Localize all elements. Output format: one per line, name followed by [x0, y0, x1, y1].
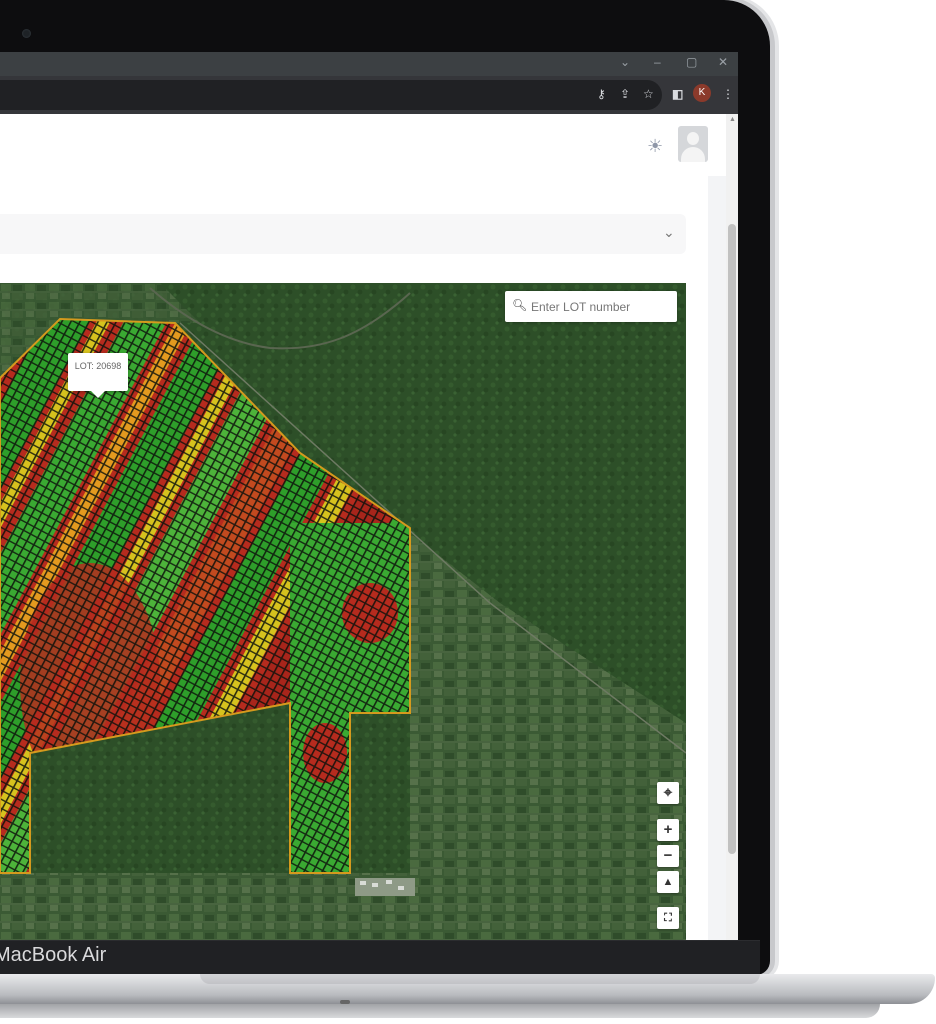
- fullscreen-button[interactable]: ⛶: [657, 907, 679, 929]
- key-icon[interactable]: ⚷: [597, 87, 606, 101]
- avatar-shoulders: [681, 147, 705, 162]
- sidebar-icon[interactable]: ◧: [672, 87, 683, 101]
- compass-button[interactable]: ▲: [657, 871, 679, 893]
- star-icon[interactable]: ☆: [643, 87, 654, 101]
- avatar-head: [687, 132, 699, 145]
- minimize-icon[interactable]: –: [654, 55, 661, 69]
- camera-icon: [22, 29, 31, 38]
- screen: ⌄ – ▢ ✕ ⚷ ⇪ ☆ ◧ K ⋮ ☀ ▲ ⌄ 🔍︎ Enter LOT n…: [0, 52, 738, 940]
- browser-toolbar: ⚷ ⇪ ☆ ◧ K ⋮: [0, 76, 738, 114]
- maximize-icon[interactable]: ▢: [686, 55, 697, 69]
- share-icon[interactable]: ⇪: [620, 87, 630, 101]
- scroll-up-icon[interactable]: ▲: [729, 116, 736, 123]
- search-icon: 🔍︎: [512, 298, 528, 312]
- lot-tooltip: LOT: 20698: [68, 353, 128, 398]
- locate-button[interactable]: ⌖: [657, 782, 679, 804]
- device-brand-label: MacBook Air: [0, 944, 107, 966]
- lot-search-input[interactable]: [529, 296, 673, 318]
- tab-search-icon[interactable]: ⌄: [620, 55, 630, 69]
- laptop-base-edge: [0, 1004, 880, 1018]
- profile-avatar[interactable]: K: [693, 84, 711, 102]
- zoom-in-button[interactable]: +: [657, 819, 679, 841]
- settlement-area: [355, 878, 415, 896]
- chevron-down-icon[interactable]: ⌄: [663, 224, 675, 241]
- user-avatar[interactable]: [678, 126, 708, 162]
- address-bar[interactable]: [0, 80, 662, 110]
- map-view[interactable]: 🔍︎ LOT: 20698 ⌖ + − ▲ ⛶: [0, 283, 686, 940]
- sun-icon[interactable]: ☀: [647, 136, 663, 157]
- scrollbar-thumb[interactable]: [728, 224, 736, 854]
- lot-search[interactable]: 🔍︎: [505, 291, 677, 322]
- more-menu-icon[interactable]: ⋮: [722, 87, 734, 101]
- bottom-bezel: [0, 940, 760, 975]
- app-header: ☀: [0, 114, 726, 176]
- browser-titlebar: ⌄ – ▢ ✕: [0, 52, 738, 76]
- laptop-foot: [340, 1000, 350, 1004]
- laptop-base-notch: [200, 974, 760, 984]
- filter-collapse-bar[interactable]: ⌄: [0, 214, 686, 254]
- zoom-out-button[interactable]: −: [657, 845, 679, 867]
- content-panel: ⌄ 🔍︎ Enter LOT number LOT: 20698 ⌖ + − ▲…: [0, 176, 708, 940]
- close-icon[interactable]: ✕: [718, 55, 728, 69]
